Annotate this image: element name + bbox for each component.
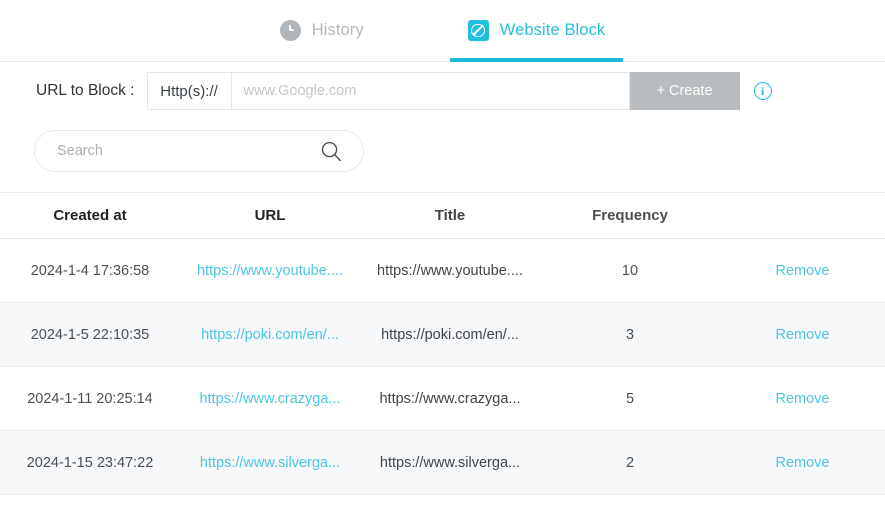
cell-title: https://www.crazyga... — [379, 390, 521, 407]
cell-frequency: 2 — [625, 454, 635, 471]
header-title: Title — [434, 207, 466, 224]
table-row: 2024-1-11 20:25:14 https://www.crazyga..… — [0, 367, 885, 431]
header-url: URL — [254, 207, 286, 224]
website-block-page: History Website Block URL to Block : Htt… — [0, 0, 885, 529]
clock-icon — [279, 20, 301, 41]
search-area — [0, 120, 885, 172]
cell-title: https://poki.com/en/... — [381, 326, 519, 343]
tab-bar: History Website Block — [0, 0, 885, 62]
url-input[interactable] — [231, 73, 629, 109]
cell-url-link[interactable]: https://poki.com/en/... — [201, 327, 339, 343]
url-to-block-label: URL to Block : — [36, 82, 135, 99]
cell-url-link[interactable]: https://www.youtube.... — [197, 263, 343, 279]
cell-frequency: 3 — [625, 326, 635, 343]
search-input[interactable] — [35, 143, 363, 159]
table-row: 2024-1-5 22:10:35 https://poki.com/en/..… — [0, 303, 885, 367]
url-field-group: Http(s):// — [146, 72, 630, 110]
cell-created-at: 2024-1-4 17:36:58 — [30, 262, 150, 279]
table-row: 2024-1-15 23:47:22 https://www.silverga.… — [0, 431, 885, 495]
tab-history[interactable]: History — [276, 0, 368, 62]
tab-history-label: History — [311, 21, 364, 39]
info-icon[interactable]: i — [753, 82, 772, 100]
url-protocol-prefix: Http(s):// — [148, 73, 232, 109]
cell-title: https://www.silverga... — [379, 454, 521, 471]
remove-button[interactable]: Remove — [776, 455, 830, 471]
cell-frequency: 10 — [621, 262, 639, 279]
remove-button[interactable]: Remove — [776, 391, 830, 407]
cell-url-link[interactable]: https://www.crazyga... — [199, 391, 340, 407]
remove-button[interactable]: Remove — [776, 263, 830, 279]
cell-created-at: 2024-1-15 23:47:22 — [26, 454, 154, 471]
table-header-row: Created at URL Title Frequency — [0, 192, 885, 239]
cell-frequency: 5 — [625, 390, 635, 407]
search-icon[interactable] — [320, 140, 343, 163]
header-created-at: Created at — [53, 207, 127, 224]
blocked-sites-table: Created at URL Title Frequency 2024-1-4 … — [0, 192, 885, 495]
table-row: 2024-1-4 17:36:58 https://www.youtube...… — [0, 239, 885, 303]
cell-created-at: 2024-1-5 22:10:35 — [30, 326, 150, 343]
cell-title: https://www.youtube.... — [377, 262, 523, 279]
url-block-form: URL to Block : Http(s):// + Create i — [0, 62, 885, 120]
cell-url-link[interactable]: https://www.silverga... — [200, 455, 340, 471]
active-tab-indicator — [449, 57, 624, 62]
remove-button[interactable]: Remove — [776, 327, 830, 343]
cell-created-at: 2024-1-11 20:25:14 — [27, 390, 153, 407]
header-frequency: Frequency — [592, 207, 668, 224]
search-box[interactable] — [34, 130, 364, 172]
create-button[interactable]: + Create — [629, 72, 740, 110]
block-icon — [467, 20, 489, 41]
tab-website-block-label: Website Block — [499, 21, 606, 39]
tab-website-block[interactable]: Website Block — [449, 0, 624, 62]
